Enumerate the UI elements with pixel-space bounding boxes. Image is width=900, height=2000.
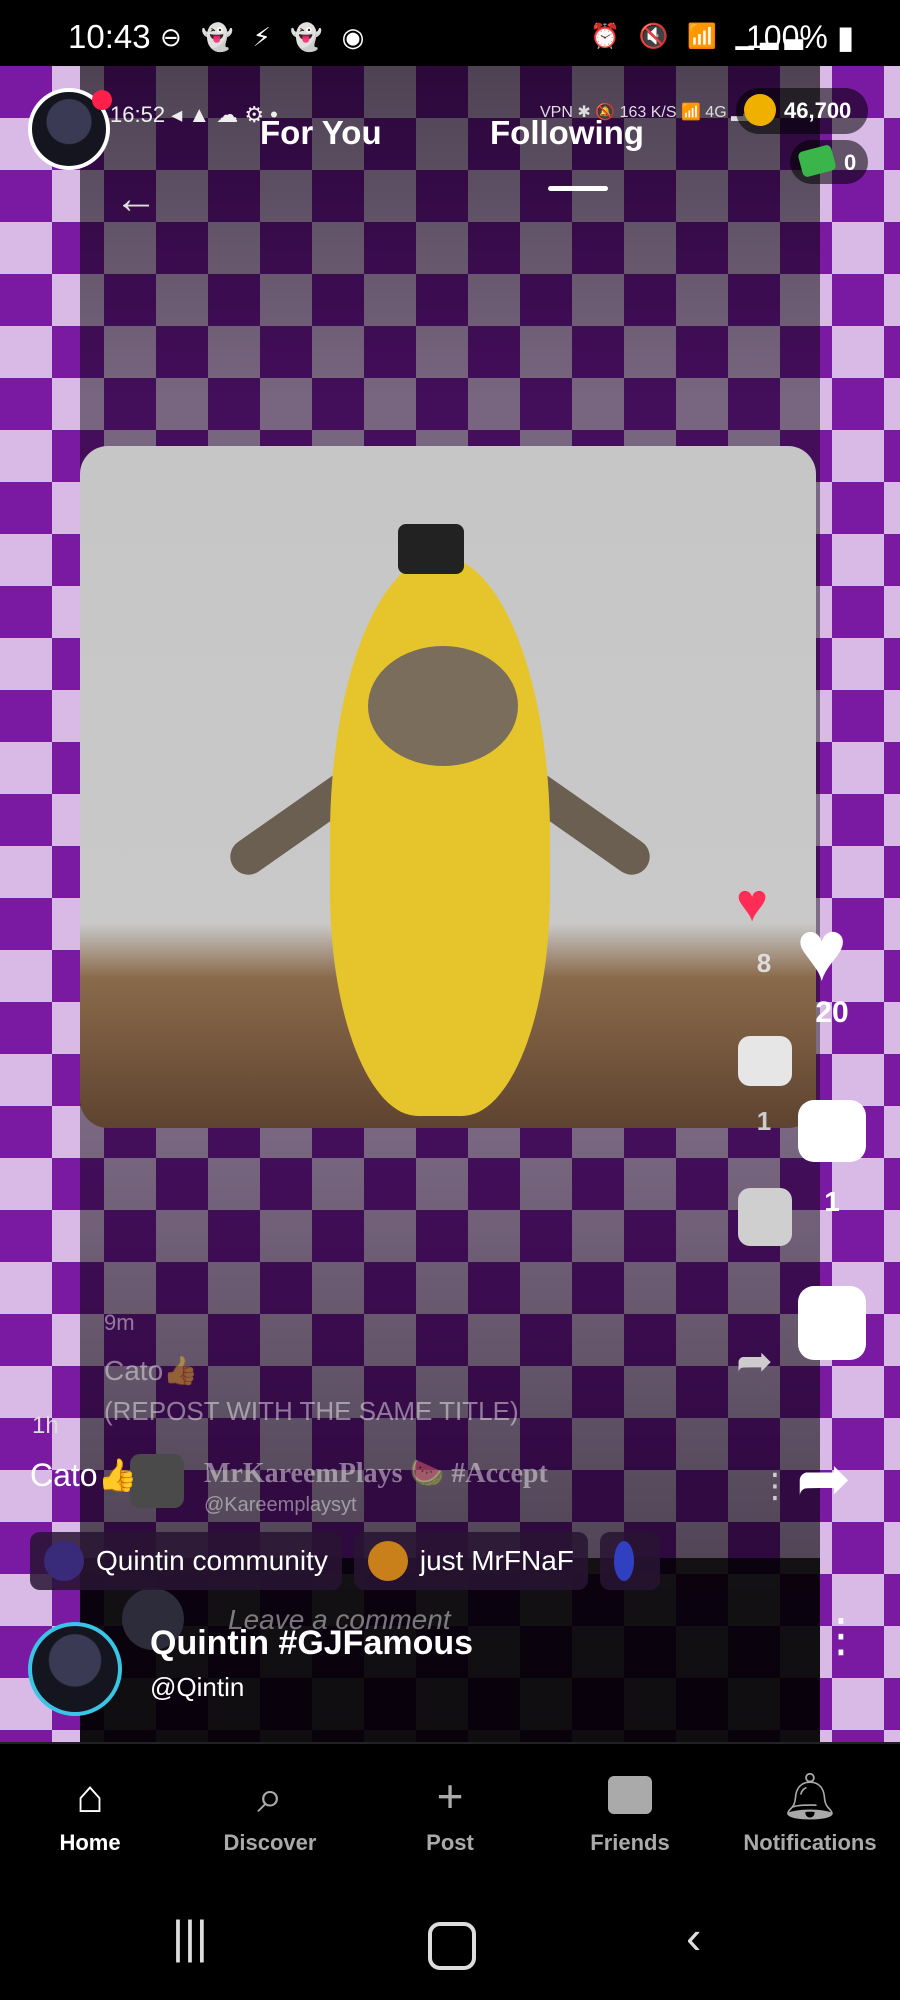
profile-notification-dot [92,90,112,110]
author-handle[interactable]: @Qintin [150,1672,244,1703]
inner-comment-count: 1 [756,1106,772,1136]
ghost-button-icon[interactable] [798,1286,866,1360]
status-bar: 10:43 ⊖ 👻 ⚡ 👻 ◉ ⏰ 🔇 📶 ▁▂▃ 100% ▮ [0,0,900,66]
home-icon: ⌂ [76,1770,104,1822]
cash-count: 0 [844,150,857,175]
tab-for-you[interactable]: For You [260,114,382,152]
nav-discover-label: Discover [223,1830,317,1855]
chat-icon [540,1768,720,1824]
cat-face [368,646,518,766]
inner-like-count: 8 [756,948,772,978]
recents-icon[interactable]: ||| [172,1910,208,1964]
coin-count: 46,700 [784,98,852,123]
nav-discover[interactable]: ⌕ Discover [180,1744,360,1882]
post-photo [80,446,816,1128]
inner-caption: Cato👍 [104,1355,199,1386]
inner-share-icon: ➦ [736,1337,773,1386]
inner-subtitle: (REPOST WITH THE SAME TITLE) [104,1396,519,1426]
home-system-icon[interactable] [428,1922,476,1970]
nav-post[interactable]: + Post [360,1744,540,1882]
inner-comment-icon [738,1036,792,1086]
system-navigation-bar: ||| ‹ [0,1880,900,2000]
banana-stem [398,524,464,574]
coin-balance[interactable]: 46,700 [736,88,868,134]
inner-account-handle: @Kareemplaysyt [204,1494,357,1516]
battery-icon: ▮ [836,19,855,55]
community-icon [367,1541,408,1581]
inner-back-arrow-icon: ← [114,174,158,223]
coin-icon [744,94,776,126]
back-icon[interactable]: ‹ [686,1910,701,1964]
nav-home-label: Home [59,1830,121,1855]
comment-count: 1 [824,1186,840,1217]
inner-status-bar: 16:52 ◂ ▲ ☁ ⚙ • VPN ✱ 🔕 163 K/S 📶 4G ▂▃ [110,102,756,128]
nav-notifications-label: Notifications [743,1830,877,1855]
status-notification-icons: ⊖ 👻 ⚡ 👻 ◉ [160,22,371,52]
author-name[interactable]: Quintin #GJFamous [150,1624,473,1663]
comment-button-icon[interactable] [798,1100,866,1162]
battery-percent: 100% [746,19,828,55]
inner-status-time: 16:52 [110,102,166,127]
inner-time-ago: 9m [104,1310,135,1335]
cash-icon [797,144,837,178]
community-chip[interactable]: just MrFNaF [353,1532,588,1590]
community-chip-label: Quintin community [96,1545,328,1576]
author-avatar[interactable] [28,1622,122,1716]
community-chip[interactable]: Quintin community [30,1532,342,1590]
inner-more-icon: ⋮ [758,1467,792,1505]
community-icon [613,1541,634,1581]
nav-friends[interactable]: Friends [540,1744,720,1882]
post-time-ago: 1h [32,1412,59,1439]
inner-ghost-icon [738,1188,792,1246]
status-time: 10:43 [68,18,151,55]
bottom-navigation: ⌂ Home ⌕ Discover + Post Friends 🔔︎ Noti… [0,1742,900,1882]
like-count: 20 [815,996,849,1029]
community-chip-label: just MrFNaF [419,1545,574,1576]
cash-balance[interactable]: 0 [790,140,868,184]
tab-following[interactable]: Following [490,114,644,152]
active-tab-indicator [548,186,608,191]
more-options-icon[interactable]: ⋮ [818,1608,864,1662]
banana-costume [330,556,550,1116]
inner-account-avatar [130,1454,184,1508]
like-button-heart-icon[interactable]: ♥ [796,908,847,994]
share-button-icon[interactable]: ➦ [796,1440,851,1517]
community-icon [44,1541,84,1581]
video-feed[interactable]: 16:52 ◂ ▲ ☁ ⚙ • VPN ✱ 🔕 163 K/S 📶 4G ▂▃ … [0,66,900,1742]
inner-heart-icon: ♥ [736,873,769,933]
community-chip[interactable] [599,1532,660,1590]
nav-friends-label: Friends [590,1830,670,1855]
nav-post-label: Post [426,1830,474,1855]
plus-icon: + [436,1770,464,1822]
bell-icon: 🔔︎ [780,1770,840,1822]
post-caption: Cato👍 [30,1457,138,1493]
nav-home[interactable]: ⌂ Home [0,1744,180,1882]
search-icon: ⌕ [257,1770,283,1822]
nav-notifications[interactable]: 🔔︎ Notifications [720,1744,900,1882]
battery-indicator: 100% ▮ [746,18,854,56]
community-chips: Quintin community just MrFNaF [30,1532,730,1590]
inner-account-name: MrKareemPlays 🍉 #Accept [204,1458,548,1489]
